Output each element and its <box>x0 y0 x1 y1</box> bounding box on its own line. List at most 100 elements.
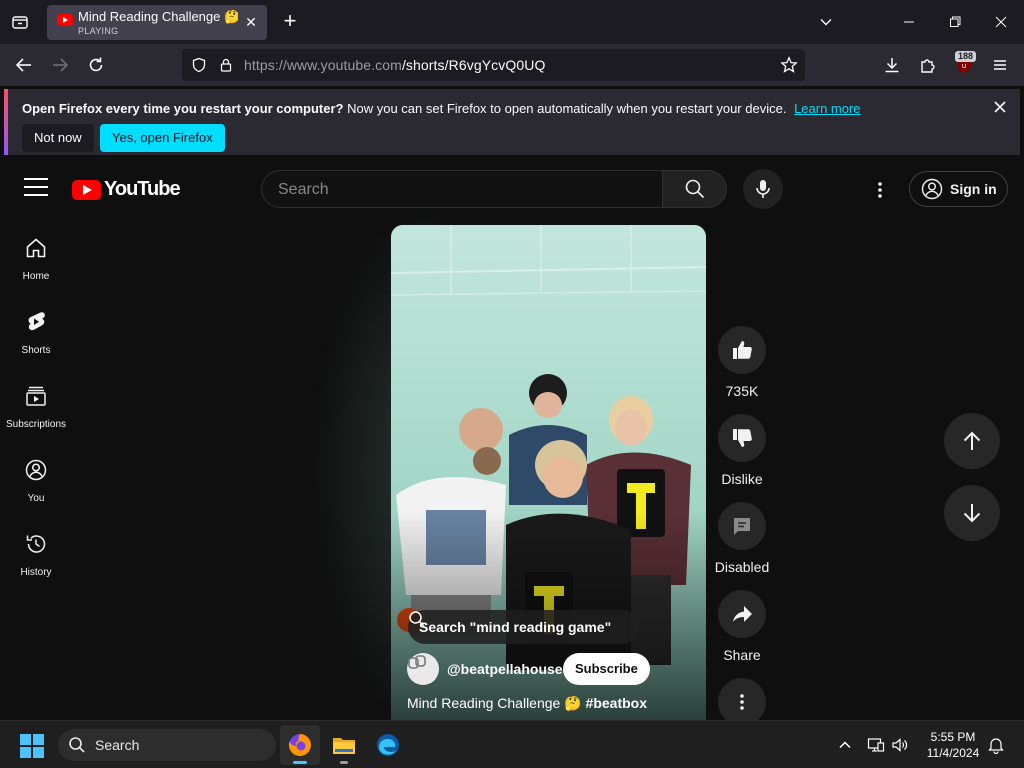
channel-logo-icon <box>408 655 426 669</box>
url-text: https://www.youtube.com/shorts/R6vgYcvQ0… <box>244 57 546 73</box>
share-label: Share <box>723 647 761 663</box>
search-button[interactable] <box>663 170 727 208</box>
arrow-left-icon <box>15 58 31 72</box>
notifications-bell-icon[interactable] <box>986 735 1006 755</box>
firefox-icon <box>288 734 311 756</box>
guide-item-you[interactable]: You <box>0 458 72 504</box>
taskbar-file-explorer[interactable] <box>324 725 364 765</box>
forward-button[interactable] <box>48 53 72 77</box>
youtube-favicon-icon <box>57 14 73 26</box>
guide-item-history[interactable]: History <box>0 532 72 578</box>
running-indicator <box>293 761 307 764</box>
browser-navigation-bar: https://www.youtube.com/shorts/R6vgYcvQ0… <box>0 44 1024 86</box>
tab-overflow-chevron-icon[interactable] <box>814 10 838 34</box>
dislike-button[interactable]: Dislike <box>712 414 772 487</box>
learn-more-link[interactable]: Learn more <box>794 101 860 116</box>
sign-in-label: Sign in <box>950 181 997 197</box>
extension-blocked-count-badge: 188 <box>955 51 977 62</box>
guide-item-home[interactable]: Home <box>0 236 72 282</box>
downloads-button[interactable] <box>880 53 904 77</box>
browser-tab-active[interactable]: Mind Reading Challenge 🤔 #beatbox PLAYIN… <box>47 5 267 40</box>
shorts-icon <box>28 312 45 331</box>
address-bar[interactable]: https://www.youtube.com/shorts/R6vgYcvQ0… <box>182 49 805 81</box>
not-now-button[interactable]: Not now <box>22 124 94 152</box>
comments-button[interactable]: Disabled <box>712 502 772 575</box>
more-actions-button[interactable] <box>712 678 772 720</box>
previous-short-button[interactable] <box>944 413 1000 469</box>
running-indicator <box>340 761 348 764</box>
channel-name[interactable]: @beatpellahouse <box>447 661 563 677</box>
share-button[interactable]: Share <box>712 590 772 663</box>
hamburger-menu-icon <box>994 60 1006 70</box>
tab-close-icon[interactable]: ✕ <box>243 14 259 30</box>
svg-text:u: u <box>962 62 966 70</box>
new-tab-button[interactable]: + <box>278 10 302 34</box>
related-search-pill[interactable]: Search "mind reading game" <box>408 610 639 644</box>
like-button[interactable]: 735K <box>712 326 772 399</box>
channel-avatar[interactable] <box>407 653 439 685</box>
yes-open-firefox-button[interactable]: Yes, open Firefox <box>100 124 225 152</box>
arrow-right-icon <box>53 58 69 72</box>
volume-icon[interactable] <box>890 735 910 755</box>
folder-icon <box>333 738 355 754</box>
clock-time: 5:55 PM <box>930 730 976 744</box>
notification-body: Now you can set Firefox to open automati… <box>347 101 787 116</box>
search-icon <box>409 611 425 627</box>
back-button[interactable] <box>12 53 36 77</box>
minimize-window-button[interactable] <box>897 10 921 34</box>
thumbs-up-icon <box>733 341 752 359</box>
app-menu-button[interactable] <box>988 53 1012 77</box>
guide-label-shorts: Shorts <box>21 345 51 356</box>
hashtag-link[interactable]: #beatbox <box>586 695 647 711</box>
guide-label-subscriptions: Subscriptions <box>5 419 67 430</box>
subscribe-button[interactable]: Subscribe <box>563 653 650 685</box>
channel-info[interactable]: @beatpellahouse <box>407 653 563 685</box>
youtube-page: YouTube Search Sign in Home Shorts Subsc… <box>0 158 1024 720</box>
windows-start-button[interactable] <box>20 734 44 758</box>
download-icon <box>885 58 899 73</box>
system-clock[interactable]: 5:55 PM 11/4/2024 <box>918 729 988 761</box>
guide-item-subscriptions[interactable]: Subscriptions <box>0 384 72 430</box>
bookmark-star-icon[interactable] <box>779 55 799 75</box>
tab-list-icon <box>12 16 28 29</box>
close-notification-icon[interactable] <box>992 99 1008 115</box>
taskbar-search-box[interactable]: Search <box>58 729 276 761</box>
browser-tab-strip: Mind Reading Challenge 🤔 #beatbox PLAYIN… <box>0 0 1024 44</box>
guide-menu-button[interactable] <box>24 178 48 198</box>
account-circle-icon <box>921 178 943 200</box>
search-placeholder: Search <box>278 181 329 198</box>
share-arrow-icon <box>733 606 752 622</box>
subscriptions-icon <box>26 386 46 406</box>
next-short-button[interactable] <box>944 485 1000 541</box>
shorts-video-player[interactable]: Search "mind reading game" @beatpellahou… <box>391 225 706 720</box>
restore-window-button[interactable] <box>943 10 967 34</box>
dislike-label: Dislike <box>721 471 763 487</box>
youtube-masthead: YouTube Search Sign in <box>0 158 1024 218</box>
thumbs-down-icon <box>733 429 752 447</box>
microphone-icon <box>756 180 770 198</box>
guide-item-shorts[interactable]: Shorts <box>0 310 72 356</box>
comment-icon <box>734 518 750 535</box>
network-icon[interactable] <box>866 735 886 755</box>
windows-taskbar: Search 5:55 PM 11/4/2024 <box>0 720 1024 768</box>
taskbar-edge[interactable] <box>368 725 408 765</box>
arrow-up-icon <box>963 431 981 450</box>
open-on-restart-notification: Open Firefox every time you restart your… <box>4 89 1020 155</box>
tab-title: Mind Reading Challenge 🤔 #beatbox <box>78 9 238 24</box>
voice-search-button[interactable] <box>743 169 783 209</box>
extensions-button[interactable] <box>916 53 940 77</box>
tracking-protection-shield-icon[interactable] <box>189 55 209 75</box>
sign-in-button[interactable]: Sign in <box>909 171 1008 207</box>
close-window-button[interactable] <box>989 10 1013 34</box>
youtube-logo[interactable]: YouTube <box>72 178 181 201</box>
reload-button[interactable] <box>84 53 108 77</box>
tab-playing-status: PLAYING <box>78 26 119 36</box>
settings-more-button[interactable] <box>868 178 892 202</box>
show-hidden-icons-chevron-icon[interactable] <box>835 735 855 755</box>
taskbar-firefox[interactable] <box>280 725 320 765</box>
list-all-tabs-button[interactable] <box>8 10 32 34</box>
reload-icon <box>89 57 103 72</box>
taskbar-search-label: Search <box>95 737 140 753</box>
lock-icon[interactable] <box>216 55 236 75</box>
guide-label-history: History <box>20 567 52 578</box>
